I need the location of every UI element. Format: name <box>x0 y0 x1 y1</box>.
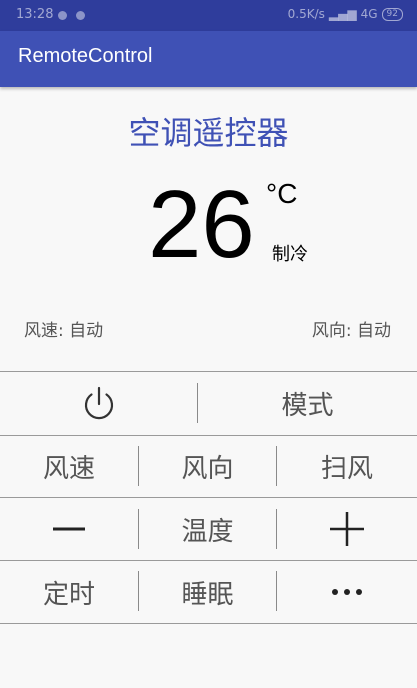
status-bar: 13:28 0.5K/s ▂▄▆ 4G 92 <box>0 0 417 31</box>
fan-direction-button[interactable]: 风向 <box>139 436 276 497</box>
network-speed: 0.5K/s <box>287 7 325 21</box>
temperature-unit: °C <box>266 178 298 209</box>
temperature-down-button[interactable] <box>0 498 138 560</box>
timer-button[interactable]: 定时 <box>0 561 138 623</box>
status-indicators: 0.5K/s ▂▄▆ 4G 92 <box>288 7 403 21</box>
signal-icon: ▂▄▆ <box>328 7 357 21</box>
notification-icon <box>58 11 67 20</box>
sleep-button[interactable]: 睡眠 <box>139 561 276 623</box>
divider <box>0 623 417 624</box>
temperature-display: 26 <box>148 171 255 278</box>
fan-direction-status: 风向: 自动 <box>311 321 391 341</box>
mode-button[interactable]: 模式 <box>198 372 417 435</box>
minus-icon <box>53 527 85 531</box>
temperature-up-button[interactable] <box>277 498 417 560</box>
power-button[interactable] <box>0 372 197 435</box>
power-icon <box>84 386 113 419</box>
temperature-label: 温度 <box>181 516 234 547</box>
swing-button[interactable]: 扫风 <box>277 436 417 497</box>
mode-display: 制冷 <box>272 244 308 265</box>
app-bar: RemoteControl <box>0 31 417 87</box>
status-time: 13:28 <box>16 7 54 22</box>
network-type: 4G <box>360 7 378 21</box>
app-title: RemoteControl <box>18 45 153 67</box>
plus-icon <box>330 512 364 546</box>
notification-icon <box>76 11 85 20</box>
fan-speed-button[interactable]: 风速 <box>0 436 138 497</box>
more-button[interactable] <box>277 561 417 623</box>
remote-heading: 空调遥控器 <box>128 114 289 152</box>
more-icon <box>332 589 362 595</box>
fan-speed-status: 风速: 自动 <box>24 321 104 341</box>
battery-icon: 92 <box>381 7 403 21</box>
